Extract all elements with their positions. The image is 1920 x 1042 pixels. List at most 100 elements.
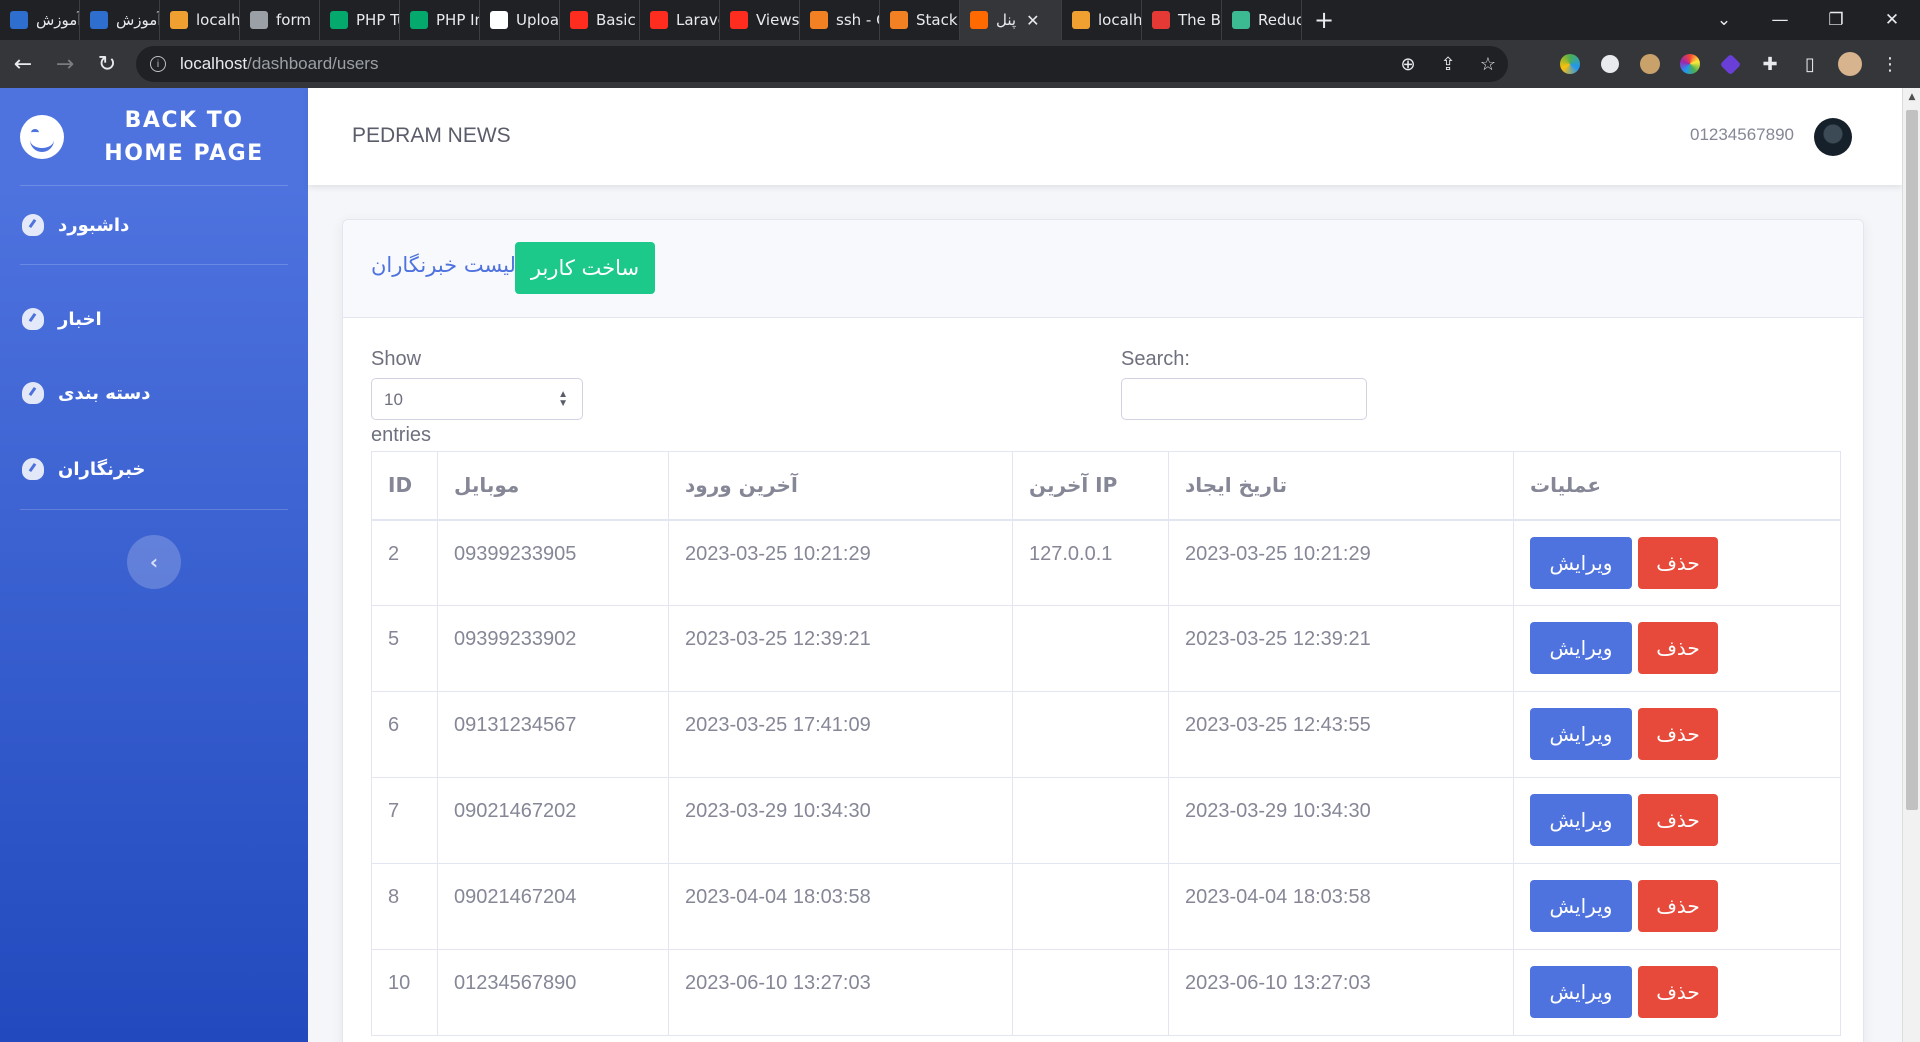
browser-tab[interactable]: Stack C — [880, 0, 960, 40]
delete-button[interactable]: حذف — [1638, 880, 1718, 932]
browser-tab[interactable]: form — [240, 0, 320, 40]
sidebar-item-reporters[interactable]: خبرنگاران — [0, 431, 308, 507]
url-path: /dashboard/users — [247, 54, 379, 73]
edit-button[interactable]: ویرایش — [1530, 880, 1632, 932]
address-bar[interactable]: i localhost/dashboard/users ⊕ ⇪ ☆ — [136, 46, 1508, 82]
browser-tab[interactable]: Upload — [480, 0, 560, 40]
minimize-icon[interactable]: — — [1752, 10, 1808, 30]
extension-purple-icon[interactable] — [1710, 53, 1750, 75]
column-header-last-ip[interactable]: آخرین IP — [1012, 451, 1169, 521]
cell-id: 6 — [371, 691, 438, 778]
profile-avatar-icon[interactable] — [1830, 52, 1870, 76]
extensions-puzzle-icon[interactable]: ✚ — [1750, 54, 1790, 75]
search-input[interactable] — [1121, 378, 1367, 420]
avatar[interactable] — [1814, 118, 1852, 156]
extension-edge-icon[interactable] — [1550, 54, 1590, 74]
browser-tab-title: PHP Int — [436, 11, 479, 29]
dashboard-icon — [22, 382, 44, 404]
dashboard-icon — [22, 308, 44, 330]
page-scrollbar[interactable]: ▲ — [1902, 88, 1920, 1042]
bookmark-star-icon[interactable]: ☆ — [1468, 54, 1508, 75]
cell-last-ip — [1012, 949, 1169, 1036]
browser-tab[interactable]: localho — [1062, 0, 1142, 40]
browser-tab[interactable]: PHP Tu — [320, 0, 400, 40]
cell-created: 2023-03-25 12:39:21 — [1168, 605, 1514, 692]
delete-button[interactable]: حذف — [1638, 536, 1718, 589]
edit-button[interactable]: ویرایش — [1530, 794, 1632, 846]
extension-glasses-icon[interactable] — [1630, 54, 1670, 74]
delete-button[interactable]: حذف — [1638, 708, 1718, 760]
cell-last-login: 2023-03-25 12:39:21 — [668, 605, 1013, 692]
column-header-mobile[interactable]: موبایل — [437, 451, 669, 521]
cell-actions: ویرایش حذف — [1513, 949, 1841, 1036]
cell-last-ip — [1012, 863, 1169, 950]
browser-tab[interactable]: پنل ✕ — [960, 0, 1062, 40]
cell-id: 5 — [371, 605, 438, 692]
column-header-last-login[interactable]: آخرین ورود — [668, 451, 1013, 521]
page: BACK TO HOME PAGE داشبورد اخبار دسته بند… — [0, 88, 1902, 1042]
browser-tab[interactable]: localho — [160, 0, 240, 40]
cell-actions: ویرایش حذف — [1513, 519, 1841, 606]
cell-mobile: 01234567890 — [437, 949, 669, 1036]
side-panel-icon[interactable]: ▯ — [1790, 54, 1830, 75]
extension-gauge-icon[interactable] — [1590, 55, 1630, 73]
column-header-actions[interactable]: عملیات — [1513, 451, 1841, 521]
browser-tab[interactable]: Views - — [720, 0, 800, 40]
edit-button[interactable]: ویرایش — [1530, 622, 1632, 674]
browser-tab[interactable]: ssh - G — [800, 0, 880, 40]
restore-icon[interactable]: ❐ — [1808, 10, 1864, 30]
user-name[interactable]: 01234567890 — [1690, 125, 1794, 145]
sidebar-item-categories[interactable]: دسته بندی — [0, 355, 308, 431]
tab-search-icon[interactable]: ⌄ — [1696, 10, 1752, 30]
edit-button[interactable]: ویرایش — [1530, 536, 1632, 589]
browser-tab-strip: آموزش آموزش localho form PHP Tu PHP Int Upload… — [0, 0, 1920, 40]
laravel-forge-icon — [1072, 11, 1090, 29]
delete-button[interactable]: حذف — [1638, 794, 1718, 846]
cell-id: 7 — [371, 777, 438, 864]
browser-tab[interactable]: Laravel — [640, 0, 720, 40]
browser-tab[interactable]: Reduce — [1222, 0, 1302, 40]
sidebar-divider — [20, 264, 288, 265]
sidebar-brand[interactable]: BACK TO HOME PAGE — [0, 88, 308, 185]
delete-button[interactable]: حذف — [1638, 622, 1718, 674]
browser-tab-title: Stack C — [916, 11, 959, 29]
browser-tab[interactable]: Basic Ta — [560, 0, 640, 40]
column-header-created[interactable]: تاریخ ایجاد — [1168, 451, 1514, 521]
close-window-icon[interactable]: ✕ — [1864, 10, 1920, 30]
target-icon — [1152, 11, 1170, 29]
browser-tab-title: ssh - G — [836, 11, 879, 29]
browser-menu-icon[interactable]: ⋮ — [1870, 54, 1910, 75]
sidebar-item-news[interactable]: اخبار — [0, 279, 308, 355]
close-tab-icon[interactable]: ✕ — [1026, 11, 1039, 30]
browser-tab[interactable]: PHP Int — [400, 0, 480, 40]
zoom-icon[interactable]: ⊕ — [1388, 54, 1428, 75]
cell-id: 2 — [371, 519, 438, 606]
edit-button[interactable]: ویرایش — [1530, 966, 1632, 1018]
create-user-button[interactable]: ساخت کاربر — [515, 242, 655, 294]
entries-length-value: 10 — [384, 390, 403, 409]
brand-line-1: BACK TO — [124, 107, 244, 133]
column-header-id[interactable]: ID — [371, 451, 438, 521]
chevron-left-icon: ‹ — [149, 550, 159, 574]
back-icon[interactable]: ← — [4, 52, 42, 77]
forward-icon[interactable]: → — [46, 52, 84, 77]
sidebar-toggle-button[interactable]: ‹ — [127, 535, 181, 589]
share-icon[interactable]: ⇪ — [1428, 54, 1468, 75]
reload-icon[interactable]: ↻ — [88, 52, 126, 77]
browser-tab[interactable]: آموزش — [80, 0, 160, 40]
site-info-icon[interactable]: i — [150, 56, 166, 72]
edit-button[interactable]: ویرایش — [1530, 708, 1632, 760]
browser-tab[interactable]: آموزش — [0, 0, 80, 40]
w3schools-icon — [330, 11, 348, 29]
scroll-up-icon[interactable]: ▲ — [1903, 92, 1920, 102]
new-tab-icon[interactable]: + — [1314, 6, 1334, 34]
scrollbar-thumb[interactable] — [1906, 110, 1918, 810]
delete-button[interactable]: حذف — [1638, 966, 1718, 1018]
entries-length-select[interactable]: 10 ▲ ▼ — [371, 378, 583, 420]
cell-actions: ویرایش حذف — [1513, 777, 1841, 864]
browser-tab[interactable]: The Be — [1142, 0, 1222, 40]
cell-mobile: 09399233905 — [437, 519, 669, 606]
extension-colorpicker-icon[interactable] — [1670, 54, 1710, 74]
dashboard-icon — [22, 458, 44, 480]
sidebar-item-dashboard[interactable]: داشبورد — [0, 186, 308, 264]
